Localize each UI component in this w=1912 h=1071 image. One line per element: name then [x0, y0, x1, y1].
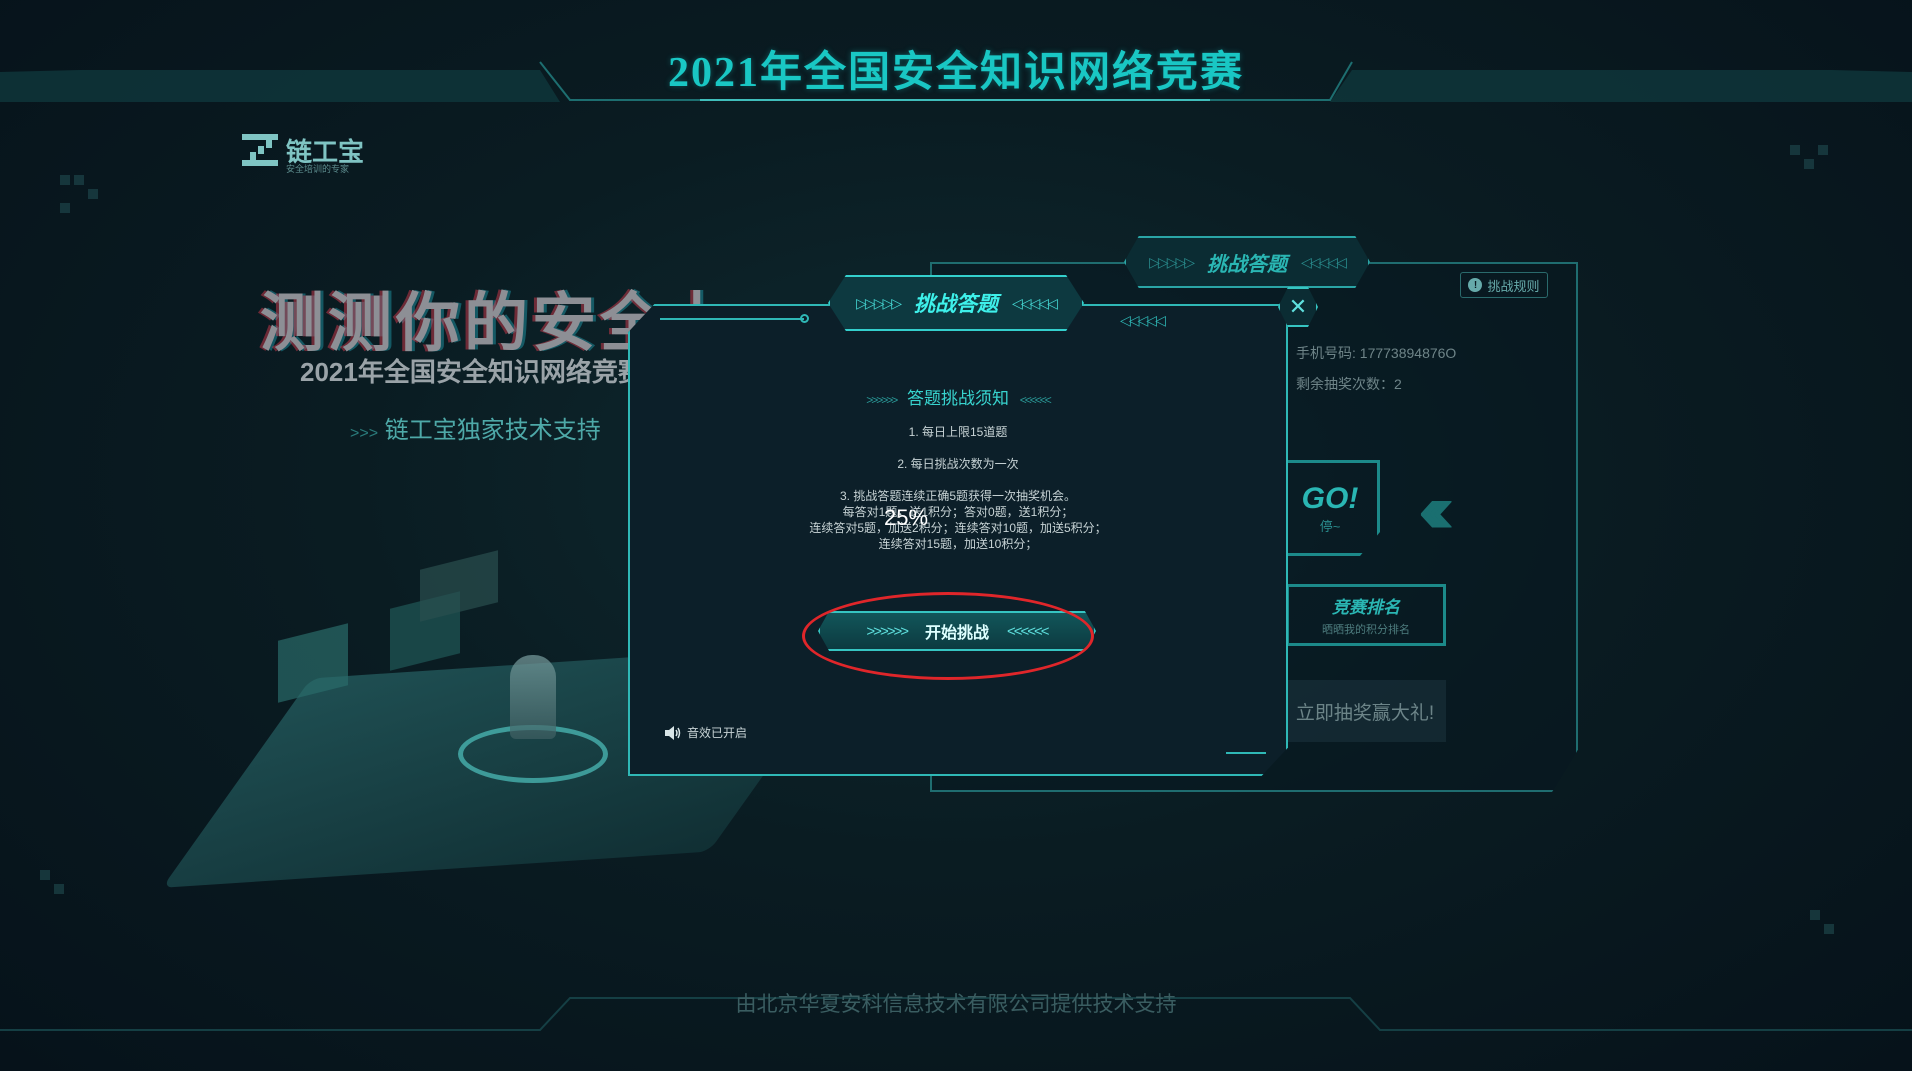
modal-tab: ▷▷▷▷▷ 挑战答题 ◁◁◁◁◁	[828, 275, 1084, 331]
chevron-left-icon: ◁◁◁◁◁	[1120, 312, 1166, 328]
pixel-decoration	[1824, 924, 1834, 934]
chevron-left-icon: ◁◁◁◁◁	[1301, 253, 1347, 270]
challenge-rules-label: 挑战规则	[1487, 278, 1540, 294]
loading-progress: 25%	[884, 505, 929, 530]
notice-title-text: 答题挑战须知	[907, 389, 1009, 408]
pixel-decoration	[1810, 910, 1820, 920]
chevron-right-icon: ▷▷▷▷▷	[1149, 253, 1195, 270]
modal-tab-label: 挑战答题	[914, 293, 998, 316]
background-tab-label: 挑战答题	[1207, 253, 1287, 276]
info-icon: !	[1468, 278, 1483, 292]
pixel-decoration	[60, 175, 70, 185]
chevron-right-icon: >>>>>>	[866, 393, 898, 407]
sound-toggle[interactable]: 音效已开启	[664, 724, 747, 741]
speaker-icon	[665, 725, 681, 740]
modal-deco-line	[1226, 752, 1266, 754]
page-title: 2021年全国安全知识网络竞赛	[667, 50, 1244, 96]
pixel-decoration	[1790, 145, 1800, 155]
rule-item: 1. 每日上限15道题	[908, 425, 1008, 439]
robot-illustration	[510, 655, 556, 739]
highlight-annotation	[802, 592, 1094, 680]
rules-list: 1. 每日上限15道题 2. 每日挑战次数为一次 3. 挑战答题连续正确5题获得…	[628, 424, 1288, 552]
remaining-draws: 剩余抽奖次数：2	[1296, 376, 1402, 392]
modal-deco-line	[660, 318, 804, 320]
logo-mark-icon	[242, 134, 278, 166]
notice-title: >>>>>> 答题挑战须知 <<<<<<	[628, 384, 1288, 409]
modal-deco-dot	[800, 314, 809, 323]
chart-card-illustration	[420, 550, 498, 622]
ranking-title: 竞赛排名	[1332, 598, 1400, 617]
rule-item: 3. 挑战答题连续正确5题获得一次抽奖机会。	[839, 489, 1077, 503]
brand-logo: 链工宝 安全培训的专家	[240, 130, 364, 174]
footer-text: 由北京华夏安科信息技术有限公司提供技术支持	[735, 993, 1177, 1016]
pixel-decoration	[88, 189, 98, 199]
pixel-decoration	[40, 870, 50, 880]
pixel-decoration	[60, 203, 70, 213]
hero-subtitle: 2021年全国安全知识网络竞赛	[300, 357, 644, 387]
scoring-line: 每答对1题，送1积分；答对0题，送1积分；	[842, 505, 1074, 519]
header-bar: 2021年全国安全知识网络竞赛	[0, 0, 1912, 102]
lottery-button[interactable]: 立即抽奖赢大礼!	[1284, 680, 1446, 742]
go-sub: 停~	[1319, 518, 1341, 534]
go-button[interactable]: GO! 停~	[1280, 460, 1380, 556]
challenge-rules-button[interactable]: ! 挑战规则	[1460, 272, 1548, 298]
phone-number: 手机号码: 17773894876O	[1296, 345, 1457, 361]
chevron-left-icon: <<<<<<	[1019, 393, 1052, 407]
chevron-right-icon: ▷▷▷▷▷	[856, 294, 902, 311]
scoring-line: 连续答对15题，加送10积分；	[878, 537, 1038, 551]
rule-item: 2. 每日挑战次数为一次	[897, 457, 1019, 471]
chevron-icon: >>>	[350, 425, 379, 442]
scoring-line: 连续答对5题，加送2积分；连续答对10题，加送5积分；	[809, 521, 1107, 535]
pixel-decoration	[1818, 145, 1828, 155]
ranking-button[interactable]: 竞赛排名 晒晒我的积分排名	[1286, 584, 1446, 646]
ranking-subtitle: 晒晒我的积分排名	[1322, 624, 1410, 636]
hero-support: >>> 链工宝独家技术支持	[350, 410, 601, 445]
pixel-decoration	[54, 884, 64, 894]
pixel-decoration	[1804, 159, 1814, 169]
logo-tagline: 安全培训的专家	[286, 164, 350, 174]
chevron-left-icon: ‹‹‹‹	[1418, 471, 1454, 547]
close-icon: ✕	[1288, 294, 1308, 319]
background-panel-tab: ▷▷▷▷▷ 挑战答题 ◁◁◁◁◁	[1124, 236, 1370, 288]
hero-support-text: 链工宝独家技术支持	[384, 417, 601, 444]
sound-label: 音效已开启	[687, 726, 748, 740]
go-label: GO!	[1301, 481, 1359, 515]
pixel-decoration	[74, 175, 84, 185]
chevron-left-icon: ◁◁◁◁◁	[1012, 294, 1058, 311]
